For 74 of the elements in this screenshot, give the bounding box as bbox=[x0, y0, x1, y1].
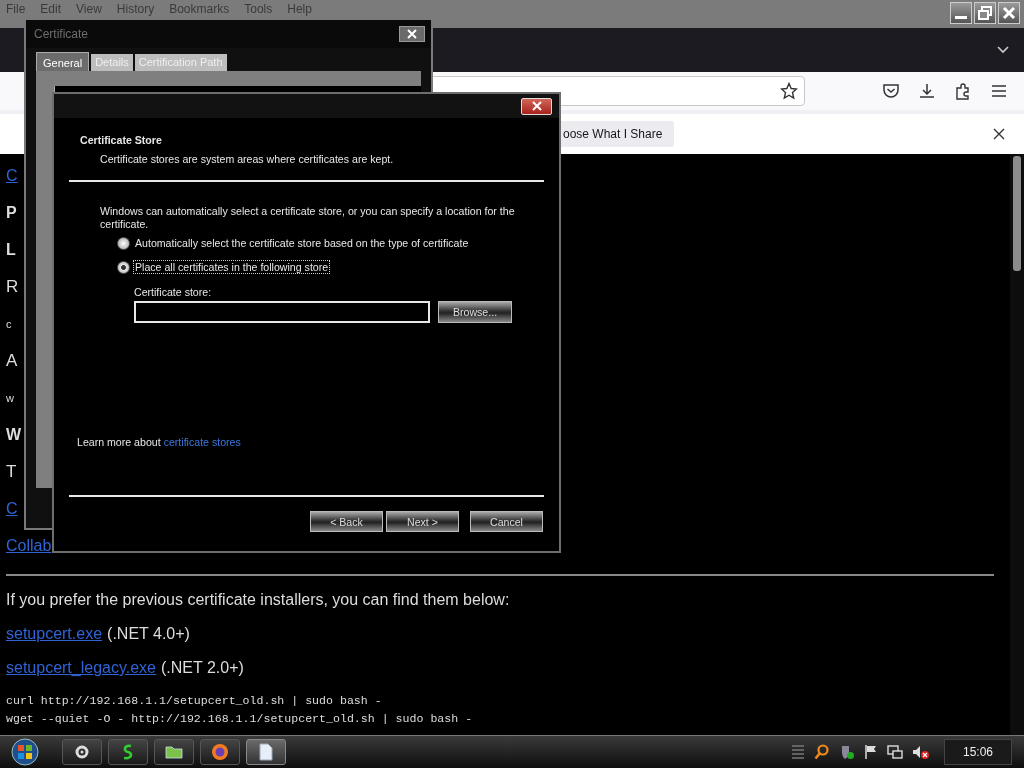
menu-item[interactable]: Tools bbox=[244, 2, 273, 16]
scroll-thumb[interactable] bbox=[1013, 156, 1021, 271]
speaker-muted-icon[interactable] bbox=[912, 744, 930, 760]
heading: W bbox=[6, 425, 22, 444]
close-icon bbox=[407, 29, 417, 39]
menu-item[interactable]: Help bbox=[287, 2, 312, 16]
browse-button[interactable]: Browse... bbox=[438, 301, 512, 323]
input-field[interactable] bbox=[134, 301, 430, 323]
menu-item[interactable]: Edit bbox=[40, 2, 62, 16]
scrollbar[interactable] bbox=[1010, 154, 1024, 735]
window-title: Certificate bbox=[34, 27, 89, 41]
chevron-down-icon[interactable] bbox=[996, 45, 1010, 55]
close-icon[interactable] bbox=[993, 128, 1005, 140]
list-icon[interactable] bbox=[791, 744, 805, 760]
menu-item[interactable]: View bbox=[76, 2, 102, 16]
taskbar-button[interactable] bbox=[154, 739, 194, 765]
next-button[interactable]: Next > bbox=[386, 511, 459, 532]
subheading: Certificate stores are system areas where certificates are kept. bbox=[100, 152, 395, 167]
back-button[interactable]: < Back bbox=[310, 511, 383, 532]
text: (.NET 2.0+) bbox=[161, 658, 244, 678]
search-icon[interactable] bbox=[814, 744, 830, 760]
text: R bbox=[6, 276, 19, 297]
close-icon bbox=[531, 101, 542, 111]
description: Windows can automatically select a certificate store, or you can specify a location for the certificate. bbox=[100, 205, 516, 231]
link[interactable]: setupcert_legacy.exe bbox=[6, 658, 156, 678]
text: Learn more about bbox=[77, 435, 161, 450]
shield-icon[interactable] bbox=[839, 744, 855, 760]
taskbar-button[interactable] bbox=[62, 739, 102, 765]
heading: Certificate Store bbox=[80, 133, 163, 148]
radio-button[interactable] bbox=[117, 236, 130, 250]
text: (.NET 4.0+) bbox=[107, 624, 190, 644]
tab[interactable]: General bbox=[36, 52, 90, 71]
puzzle-icon[interactable] bbox=[954, 82, 972, 100]
field-label: Certificate store: bbox=[134, 285, 213, 300]
text: c bbox=[6, 317, 12, 330]
menu-item[interactable]: Bookmarks bbox=[169, 2, 230, 16]
maximize-button[interactable] bbox=[974, 2, 996, 24]
menu-icon[interactable] bbox=[990, 82, 1008, 100]
maximize-icon bbox=[977, 5, 993, 21]
heading: P bbox=[6, 203, 17, 222]
pocket-icon[interactable] bbox=[882, 82, 900, 100]
code-line: wget --quiet -O - http://192.168.1.1/setupcert_old.sh | sudo bash - bbox=[6, 711, 474, 727]
minimize-icon bbox=[955, 15, 967, 19]
heading: L bbox=[6, 240, 16, 259]
close-button[interactable] bbox=[998, 2, 1020, 24]
menu-item[interactable]: History bbox=[116, 2, 155, 16]
link[interactable]: certificate stores bbox=[163, 434, 241, 450]
taskbar-button[interactable] bbox=[246, 739, 286, 765]
text: A bbox=[6, 350, 18, 371]
paragraph: If you prefer the previous certificate installers, you can find them below: bbox=[6, 590, 511, 610]
start-button[interactable] bbox=[8, 737, 42, 767]
radio-label[interactable]: Automatically select the certificate store based on the type of certificate bbox=[133, 236, 471, 250]
minimize-button[interactable] bbox=[950, 2, 972, 24]
menu-item[interactable]: File bbox=[6, 2, 26, 16]
radio-button[interactable] bbox=[117, 260, 130, 274]
code-line: curl http://192.168.1.1/setupcert_old.sh | sudo bash - bbox=[6, 693, 383, 709]
link[interactable]: C bbox=[6, 166, 18, 185]
star-icon[interactable] bbox=[780, 82, 798, 100]
text: T bbox=[6, 461, 17, 482]
link[interactable]: setupcert.exe bbox=[6, 624, 103, 644]
clock[interactable]: 15:06 bbox=[944, 739, 1012, 765]
document-icon bbox=[256, 742, 276, 762]
link[interactable]: C bbox=[6, 499, 18, 518]
flag-icon[interactable] bbox=[864, 744, 878, 760]
link[interactable]: Collab bbox=[6, 536, 52, 555]
network-icon[interactable] bbox=[887, 744, 903, 760]
cancel-button[interactable]: Cancel bbox=[470, 511, 543, 532]
download-icon[interactable] bbox=[918, 82, 936, 100]
close-icon bbox=[1001, 5, 1017, 21]
taskbar-button[interactable] bbox=[200, 739, 240, 765]
text: w bbox=[6, 391, 14, 404]
taskbar-button[interactable] bbox=[108, 739, 148, 765]
globe-icon bbox=[210, 742, 230, 762]
radio-label[interactable]: Place all certificates in the following store bbox=[133, 260, 331, 274]
